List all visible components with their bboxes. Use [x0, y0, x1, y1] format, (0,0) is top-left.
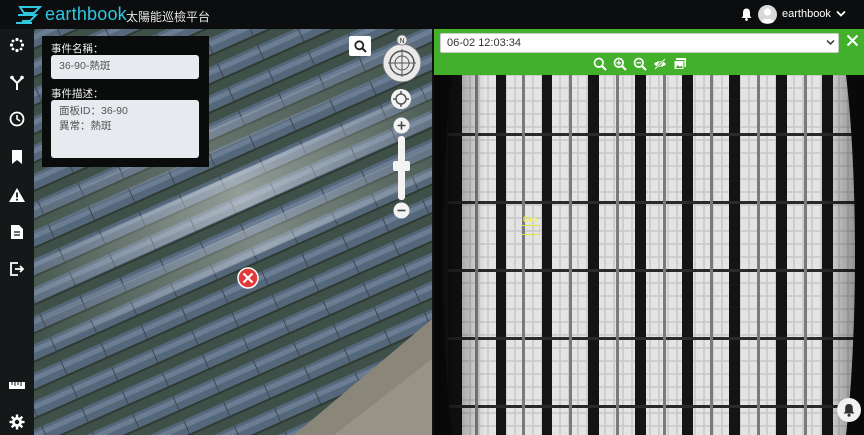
sidebar: [0, 29, 34, 435]
alarm-bell-icon: [843, 404, 855, 417]
event-name-label: 事件名稱：: [51, 43, 104, 55]
hide-icon[interactable]: [653, 57, 667, 71]
zoom-slider-handle[interactable]: [393, 161, 410, 171]
sidebar-item-layers[interactable]: [6, 34, 28, 56]
event-desc-line: 面板ID：36-90: [59, 105, 128, 117]
gear-icon: [9, 414, 25, 430]
gallery-icon[interactable]: [673, 57, 687, 71]
event-desc-label: 事件描述：: [51, 88, 104, 100]
event-marker-icon[interactable]: [237, 267, 259, 289]
chevron-down-icon[interactable]: [836, 10, 846, 18]
branch-icon: [10, 75, 24, 90]
event-desc-field[interactable]: 面板ID：36-90 異常：熱斑: [51, 100, 199, 158]
chevron-down-icon[interactable]: [826, 39, 835, 46]
timestamp-value: 06-02 12:03:34: [447, 37, 522, 49]
close-icon[interactable]: [846, 34, 859, 47]
sidebar-item-report[interactable]: [6, 221, 28, 243]
event-name-value: 36-90-熱斑: [59, 60, 111, 72]
bell-icon[interactable]: [741, 8, 752, 21]
export-icon: [10, 262, 25, 276]
compass-north-label: N: [399, 38, 404, 45]
sidebar-item-branch[interactable]: [6, 72, 28, 94]
sidebar-item-history[interactable]: [6, 108, 28, 130]
event-name-field[interactable]: 36-90-熱斑: [51, 55, 199, 79]
search-icon[interactable]: [593, 57, 607, 71]
brand-name: earthbook: [45, 4, 127, 24]
event-info-panel: 事件名稱： 36-90-熱斑 事件描述： 面板ID：36-90 異常：熱斑: [42, 36, 209, 167]
user-name[interactable]: earthbook: [782, 8, 831, 20]
thermal-image[interactable]: [434, 75, 864, 435]
alarm-button[interactable]: [837, 398, 861, 422]
zoom-in-button[interactable]: [393, 117, 410, 134]
anomaly-tag-label: Gro: [523, 215, 538, 224]
earthbook-logo-icon: [16, 6, 43, 24]
layers-icon: [9, 37, 25, 53]
sidebar-item-settings[interactable]: [6, 411, 28, 433]
top-bar: earthbook 太陽能巡檢平台 earthbook: [0, 0, 864, 29]
sidebar-item-bookmark[interactable]: [6, 146, 28, 168]
ruler-icon: [9, 382, 25, 389]
zoom-out-icon[interactable]: [633, 57, 647, 71]
sidebar-item-export[interactable]: [6, 258, 28, 280]
search-icon: [353, 39, 367, 53]
compass-icon[interactable]: N: [381, 34, 423, 84]
event-desc-line: 異常：熱斑: [59, 120, 112, 132]
platform-subtitle: 太陽能巡檢平台: [126, 10, 211, 24]
locate-icon[interactable]: [390, 88, 412, 110]
map-search-button[interactable]: [349, 36, 371, 56]
warning-icon: [9, 188, 25, 202]
document-icon: [11, 225, 23, 239]
avatar[interactable]: [758, 5, 777, 24]
bookmark-icon: [12, 150, 22, 164]
timestamp-select[interactable]: 06-02 12:03:34: [440, 33, 839, 53]
sidebar-item-measure[interactable]: [6, 374, 28, 396]
sidebar-item-alerts[interactable]: [6, 184, 28, 206]
zoom-in-icon[interactable]: [613, 57, 627, 71]
zoom-out-button[interactable]: [393, 202, 410, 219]
anomaly-bounding-box[interactable]: [521, 225, 540, 235]
user-icon: [760, 8, 775, 23]
thermal-panel-image: [434, 75, 864, 435]
clock-icon: [9, 111, 25, 127]
